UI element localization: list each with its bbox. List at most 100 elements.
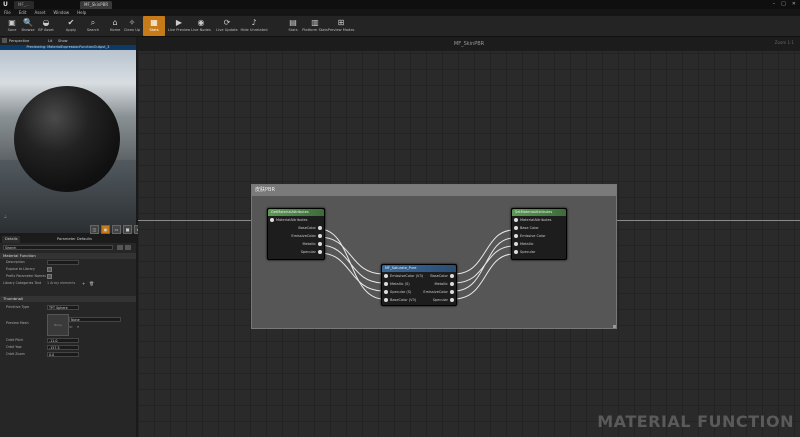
toolbar-button-live-update[interactable]: ⟳ Live Update [216, 16, 238, 36]
minimize-icon[interactable]: – [773, 0, 776, 9]
orbit-zoom-field[interactable]: 0.0 [47, 352, 79, 357]
pin-mf-in-emissive[interactable]: EmissiveColor (V3) [384, 272, 423, 280]
pin-output-dot-icon[interactable] [450, 290, 454, 294]
toolbar-button-preview-modes[interactable]: ⊞ Preview Modes [328, 16, 355, 36]
pin-mf-out-specular[interactable]: Specular [433, 296, 454, 304]
pin-output-dot-icon[interactable] [318, 226, 322, 230]
orbit-pitch-field[interactable]: -11.0 [47, 338, 79, 343]
pin-input-dot-icon[interactable] [514, 226, 518, 230]
wires-layer [318, 228, 515, 300]
menu-asset[interactable]: Asset [34, 9, 45, 16]
axis-gizmo-icon: ⟂ [4, 213, 7, 218]
lit-button[interactable]: Lit [48, 37, 52, 45]
delete-element-icon[interactable]: 🗑 [89, 281, 94, 286]
pin-set-metallic[interactable]: Metallic [512, 240, 566, 248]
toolbar-button-apply[interactable]: ✔ Apply [60, 16, 82, 36]
section-material-function[interactable]: Material Function [0, 253, 136, 259]
pin-output-dot-icon[interactable] [318, 234, 322, 238]
menu-window[interactable]: Window [53, 9, 69, 16]
pin-input-dot-icon[interactable] [384, 298, 388, 302]
maximize-icon[interactable]: □ [781, 0, 786, 9]
pin-output-dot-icon[interactable] [450, 282, 454, 286]
section-thumbnail[interactable]: Thumbnail [0, 296, 136, 302]
preview-viewport[interactable]: Perspective Lit Show Previewing: Materia… [0, 37, 136, 233]
pin-input-dot-icon[interactable] [514, 250, 518, 254]
library-categories-label[interactable]: Library Categories Text [3, 281, 41, 286]
tab-mf-skinpbr[interactable]: MF_SkinPBR [80, 1, 113, 9]
browse-asset-icon[interactable]: ⌕ [77, 324, 79, 329]
plane-icon[interactable]: ▭ [112, 225, 121, 234]
toolbar-button-hide-unrelated[interactable]: ♪ Hide Unrelated [241, 16, 268, 36]
toolbar-button-platform-stats[interactable]: ▥ Platform Stats [302, 16, 327, 36]
pin-get-metallic[interactable]: Metallic [268, 240, 324, 248]
expose-to-library-checkbox[interactable] [47, 267, 52, 272]
node-get-title: GetMaterialAttributes [268, 209, 324, 216]
wire-out-emissive [453, 237, 515, 292]
show-button[interactable]: Show [58, 37, 67, 45]
library-categories-value: 1 Array elements [47, 281, 76, 285]
pin-mf-in-basecolor[interactable]: BaseColor (V3) [384, 296, 416, 304]
pin-get-basecolor[interactable]: BaseColor [268, 224, 324, 232]
menu-edit[interactable]: Edit [19, 9, 27, 16]
tab-parameter-defaults[interactable]: Parameter Defaults [54, 236, 95, 243]
pin-get-materialattributes[interactable]: MaterialAttributes [268, 216, 324, 224]
pin-mf-out-emissive[interactable]: EmissiveColor [423, 288, 454, 296]
node-mf-saturate-pure[interactable]: MF_Saturate_Pure EmissiveColor (V3) Base… [381, 264, 457, 306]
pin-mf-out-basecolor[interactable]: BaseColor [430, 272, 454, 280]
perspective-button[interactable]: Perspective [9, 37, 29, 45]
toolbar-button-bp-asset[interactable]: ◒ BP Asset [35, 16, 57, 36]
pin-get-specular[interactable]: Specular [268, 248, 324, 256]
tab-details[interactable]: Details [2, 236, 21, 243]
primitive-type-select[interactable]: TPT Sphere [47, 305, 79, 310]
orbit-yaw-field[interactable]: -157.5 [47, 345, 79, 350]
use-selected-asset-icon[interactable]: ⇦ [69, 324, 72, 329]
pin-output-dot-icon[interactable] [318, 242, 322, 246]
toolbar-button-live-preview[interactable]: ▶ Live Preview [168, 16, 190, 36]
node-get-material-attributes[interactable]: GetMaterialAttributes MaterialAttributes… [267, 208, 325, 260]
menu-file[interactable]: File [4, 9, 11, 16]
close-icon[interactable]: ✕ [792, 0, 796, 9]
pin-output-dot-icon[interactable] [450, 298, 454, 302]
description-field[interactable] [47, 260, 79, 265]
pin-input-dot-icon[interactable] [270, 218, 274, 222]
pin-input-dot-icon[interactable] [514, 242, 518, 246]
pin-input-dot-icon[interactable] [384, 274, 388, 278]
toolbar-button-stats[interactable]: ▤ Stats [282, 16, 304, 36]
menu-help[interactable]: Help [77, 9, 86, 16]
preview-mesh-select[interactable]: None [69, 317, 121, 322]
tab-previous[interactable]: MF_... [14, 1, 34, 9]
cylinder-icon[interactable]: ◫ [90, 225, 99, 234]
orbit-yaw-label: Orbit Yaw [6, 345, 22, 349]
prefix-parameter-names-checkbox[interactable] [47, 274, 52, 279]
pin-set-emissivecolor[interactable]: Emissive Color [512, 232, 566, 240]
viewport-shape-buttons: ◫ ● ▭ ■ ◆ [90, 225, 143, 234]
preview-mesh-thumbnail[interactable]: None [47, 314, 69, 336]
pin-input-dot-icon[interactable] [384, 282, 388, 286]
pin-set-specular[interactable]: Specular [512, 248, 566, 256]
graph-editor[interactable]: MF_SkinPBR Zoom 1:1 皮肤PBR GetMaterialAtt… [138, 37, 800, 437]
add-element-icon[interactable]: + [82, 281, 85, 286]
view-options-icon[interactable] [117, 245, 123, 250]
pin-mf-in-metallic[interactable]: Metallic (S) [384, 280, 410, 288]
viewport-menu-icon[interactable] [2, 38, 7, 43]
toolbar-button-label: Live Update [216, 28, 238, 32]
pin-set-materialattributes[interactable]: MaterialAttributes [512, 216, 566, 224]
toolbar-button-search[interactable]: ⌕ Search [82, 16, 104, 36]
pin-output-dot-icon[interactable] [450, 274, 454, 278]
pin-mf-in-specular[interactable]: Specular (S) [384, 288, 411, 296]
property-matrix-icon[interactable] [125, 245, 131, 250]
toolbar-button-live-nodes[interactable]: ◉ Live Nodes [190, 16, 212, 36]
details-search-input[interactable]: Search [3, 245, 113, 250]
pin-input-dot-icon[interactable] [514, 218, 518, 222]
cube-icon[interactable]: ■ [123, 225, 132, 234]
sphere-icon[interactable]: ● [101, 225, 110, 234]
pin-output-dot-icon[interactable] [318, 250, 322, 254]
toolbar-button-stats[interactable]: ▦ Stats [143, 16, 165, 36]
pin-mf-out-metallic[interactable]: Metallic [434, 280, 454, 288]
pin-input-dot-icon[interactable] [514, 234, 518, 238]
node-set-material-attributes[interactable]: SetMaterialAttributes MaterialAttributes… [511, 208, 567, 260]
toolbar-button-clean-up[interactable]: ✧ Clean Up [121, 16, 143, 36]
pin-input-dot-icon[interactable] [384, 290, 388, 294]
pin-set-basecolor[interactable]: Base Color [512, 224, 566, 232]
pin-get-emissivecolor[interactable]: EmissiveColor [268, 232, 324, 240]
